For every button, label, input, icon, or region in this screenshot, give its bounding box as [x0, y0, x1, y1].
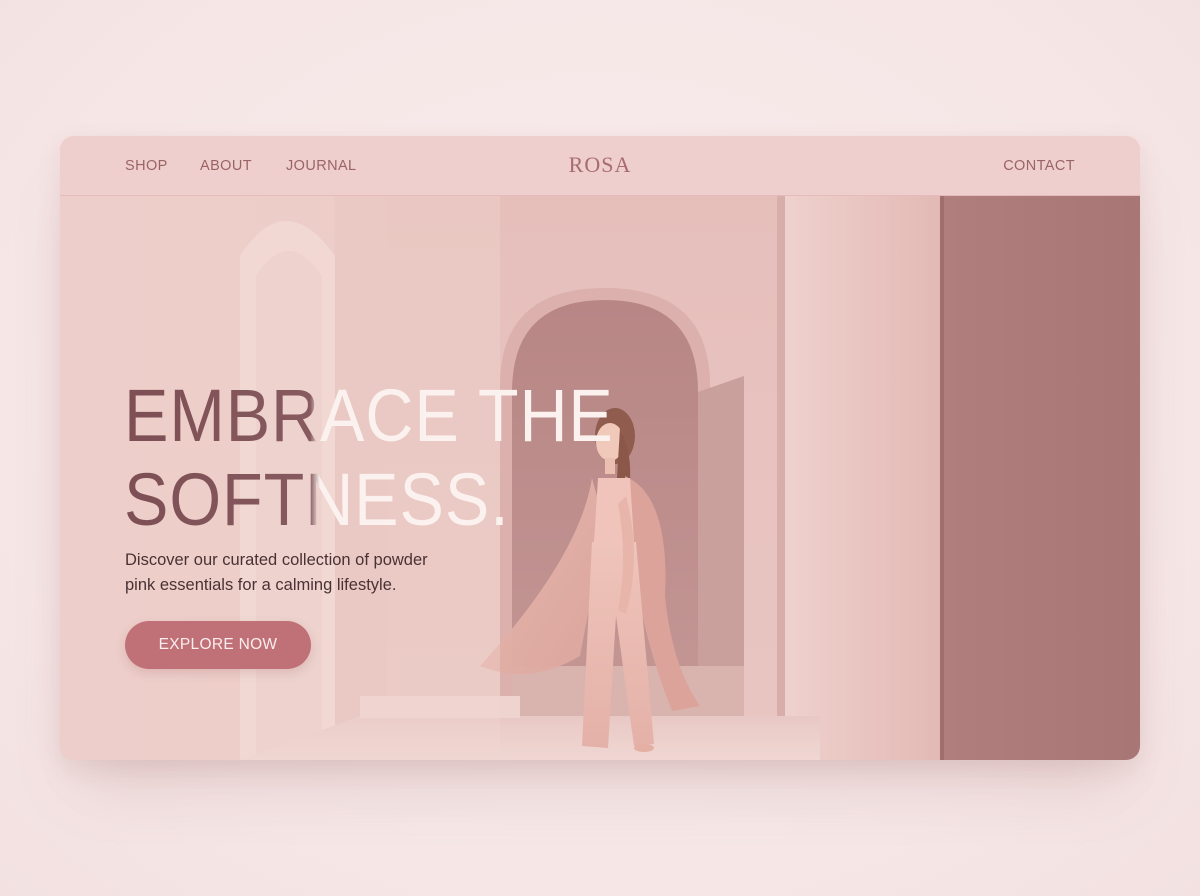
explore-now-button[interactable]: EXPLORE NOW: [125, 621, 311, 669]
hero-section: EMBRACE THE SOFTNESS. Discover our curat…: [60, 196, 1140, 760]
hero-description-line-2: pink essentials for a calming lifestyle.: [125, 576, 397, 594]
nav-link-shop[interactable]: SHOP: [125, 158, 168, 174]
hero-headline-line-1: EMBRACE THE: [124, 374, 614, 457]
nav-link-journal[interactable]: JOURNAL: [286, 158, 356, 174]
nav-link-about[interactable]: ABOUT: [200, 158, 252, 174]
hero-description: Discover our curated collection of powde…: [125, 548, 495, 598]
landing-page-card: SHOP ABOUT JOURNAL ROSA CONTACT EMBRACE …: [60, 136, 1140, 760]
hero-description-line-1: Discover our curated collection of powde…: [125, 551, 428, 569]
hero-headline: EMBRACE THE SOFTNESS.: [124, 374, 614, 542]
top-navigation: SHOP ABOUT JOURNAL ROSA CONTACT: [60, 136, 1140, 196]
hero-headline-line-2: SOFTNESS.: [124, 458, 510, 541]
nav-link-contact[interactable]: CONTACT: [1003, 158, 1075, 174]
brand-logo[interactable]: ROSA: [569, 152, 632, 177]
